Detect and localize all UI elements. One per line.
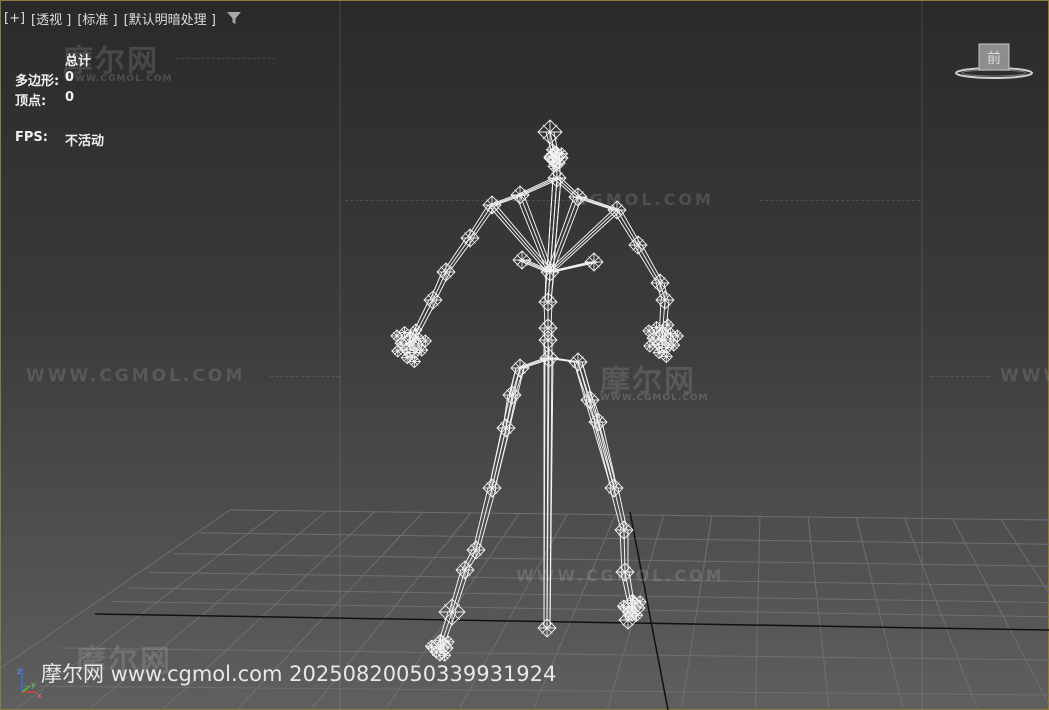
joint-rank [615, 562, 635, 582]
viewport-plus-menu[interactable]: [+] [4, 11, 25, 26]
bone-segment [469, 204, 493, 239]
joint-lpec [512, 250, 532, 270]
joint-lhip [510, 358, 530, 378]
bone-segment [491, 204, 551, 273]
bone-segment [429, 271, 443, 301]
viewport-lighting-menu[interactable]: [默认明暗处理 ] [124, 9, 216, 28]
joint-rfa [655, 290, 675, 310]
joint-lua [460, 228, 480, 248]
joint-headTop [537, 119, 563, 145]
stats-header: 总计 [65, 54, 92, 69]
vertices-label: 顶点: [15, 94, 47, 109]
joint-rpec [584, 252, 604, 272]
joint-sp1 [538, 292, 558, 312]
bone-segment [552, 196, 583, 273]
viewcube[interactable]: 前 [952, 40, 1036, 84]
bone-segment [487, 204, 548, 273]
viewport-label-menu: [+] [透视 ] [标准 ] [默认明暗处理 ] [4, 9, 242, 28]
bottom-watermark: 摩尔网 www.cgmol.com 20250820050339931924 [41, 662, 557, 686]
polygons-value: 0 [65, 70, 75, 85]
joint-tail [537, 618, 557, 638]
joint-sp3 [538, 330, 558, 350]
viewcube-face-label: 前 [987, 50, 1001, 67]
bone-segment [519, 177, 558, 196]
joint-pelvis [539, 348, 559, 368]
svg-text:y: y [31, 680, 36, 689]
polygons-label: 多边形: [15, 74, 60, 89]
joint-rua [628, 235, 648, 255]
filter-icon[interactable] [226, 10, 242, 26]
bone-segment [577, 196, 618, 211]
bone-segment [581, 361, 618, 489]
bone-segment [546, 339, 549, 629]
viewport-view-menu[interactable]: [透视 ] [31, 9, 71, 28]
joint-lkn [482, 478, 502, 498]
bone-segment [432, 271, 447, 301]
fps-label: FPS: [15, 130, 48, 145]
bone-segment [472, 487, 489, 551]
joint-lk1 [496, 418, 516, 438]
svg-text:z: z [17, 667, 21, 676]
joint-rsh1 [614, 520, 634, 540]
bone-segment [577, 361, 615, 489]
biped-skeleton-wireframe[interactable] [0, 0, 1049, 710]
svg-text:x: x [37, 691, 42, 700]
joint-rkn [604, 478, 624, 498]
joint-lft [438, 598, 466, 626]
bone-segment [549, 209, 618, 273]
joint-lsh [482, 195, 502, 215]
joint-rk1 [588, 412, 608, 432]
vertices-value: 0 [65, 90, 75, 105]
fps-value: 不活动 [65, 134, 105, 149]
bone-segment [475, 487, 493, 551]
axis-tripod-icon: z x y [17, 667, 42, 700]
bone-segment [478, 487, 497, 551]
viewport-shading-menu[interactable]: [标准 ] [77, 9, 117, 28]
joint-lth [502, 385, 522, 405]
joint-lsh1 [466, 540, 486, 560]
